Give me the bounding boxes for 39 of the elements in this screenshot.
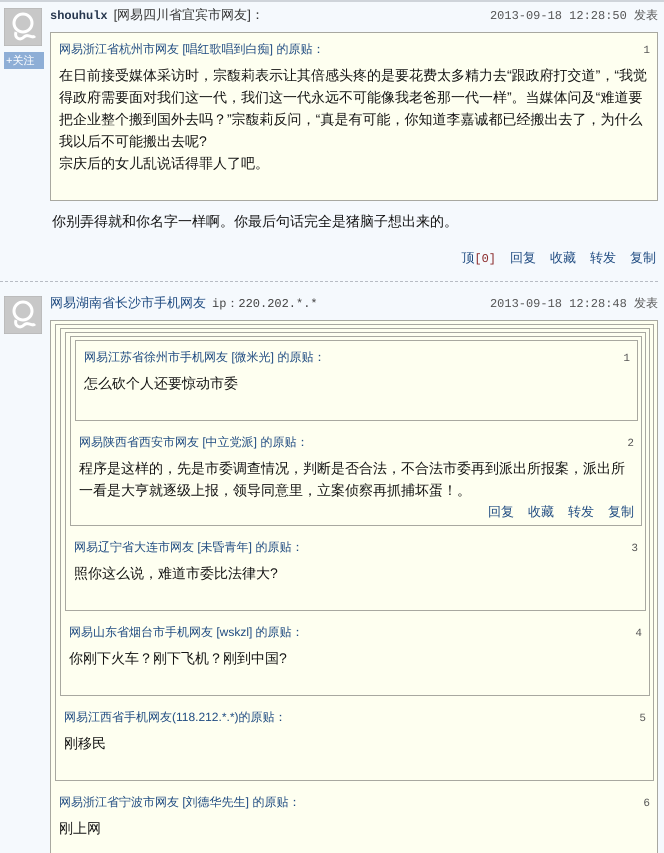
ip-address: ip：220.202.*.* [212, 296, 318, 312]
username[interactable]: shouhulx [50, 9, 108, 23]
reply-text: 你别弄得就和你名字一样啊。你最后句话完全是猪脑子想出来的。 [51, 212, 459, 231]
quote-text: 在日前接受媒体采访时，宗馥莉表示让其倍感头疼的是要花费太多精力去“跟政府打交道”，“我觉得政府需要面对我们这一代，我们这一代永远不可能像我老爸那一代一样”。当媒体问及“难道要把企业整个搬到国外去吗？”宗馥莉反问，“真是有可能，你知道李嘉诚都已经搬出去了，为什么我以后不可能搬出去呢? 宗庆后的女儿乱说话得罪人了吧。 [58, 66, 648, 173]
floor-number: 4 [635, 628, 642, 640]
quote-header: 网易浙江省宁波市网友 [刘德华先生] 的原贴： [59, 794, 300, 811]
floor-number: 5 [639, 713, 646, 725]
quote-text: 程序是这样的，先是市委调查情况，判断是否合法，不合法市委再到派出所报案，派出所一看是大亨就逐级上报，领导同意里，立案侦察再抓捕坏蛋！。 [78, 459, 626, 500]
quote-header: 网易陕西省西安市网友 [中立党派] 的原贴： [79, 434, 308, 451]
floor-number: 2 [627, 438, 634, 450]
user-location: [网易四川省宜宾市网友]： [114, 6, 264, 24]
post-time: 2013-09-18 12:28:50 发表 [490, 8, 658, 24]
action-link[interactable]: 收藏 [550, 249, 576, 267]
floor-number: 1 [643, 45, 650, 57]
action-link[interactable]: 回复 [488, 503, 514, 521]
floor-number: 3 [631, 543, 638, 555]
quote-header: 网易辽宁省大连市网友 [未昏青年] 的原贴： [74, 539, 304, 556]
quote-text: 刚移民 [63, 734, 107, 753]
floor-number: 1 [623, 353, 630, 365]
quote-header: 网易浙江省杭州市网友 [唱红歌唱到白痴] 的原贴： [59, 41, 324, 58]
username[interactable]: 网易湖南省长沙市手机网友 [50, 294, 206, 312]
quote-header: 网易山东省烟台市手机网友 [wskzl] 的原贴： [69, 624, 304, 641]
quote-text: 刚上网 [58, 819, 102, 838]
quote-text: 照你这么说，难道市委比法律大? [73, 564, 279, 583]
action-link[interactable]: 复制 [630, 249, 656, 267]
action-link[interactable]: 回复 [510, 249, 536, 267]
action-link[interactable]: 转发 [590, 249, 616, 267]
action-link[interactable]: 复制 [608, 503, 634, 521]
default-avatar-icon [4, 296, 42, 334]
quote-header: 网易江西省手机网友(118.212.*.*)的原贴： [64, 709, 286, 726]
action-link[interactable]: 收藏 [528, 503, 554, 521]
action-link[interactable]: 转发 [568, 503, 594, 521]
quote-text: 你刚下火车？刚下飞机？刚到中国? [68, 649, 288, 668]
action-link[interactable]: 顶[0] [461, 249, 496, 267]
default-avatar-icon [4, 8, 42, 46]
floor-number: 6 [643, 798, 650, 810]
quote-text: 怎么砍个人还要惊动市委 [83, 374, 239, 393]
post-time: 2013-09-18 12:28:48 发表 [490, 296, 658, 312]
quote-header: 网易江苏省徐州市手机网友 [微米光] 的原贴： [84, 349, 326, 366]
